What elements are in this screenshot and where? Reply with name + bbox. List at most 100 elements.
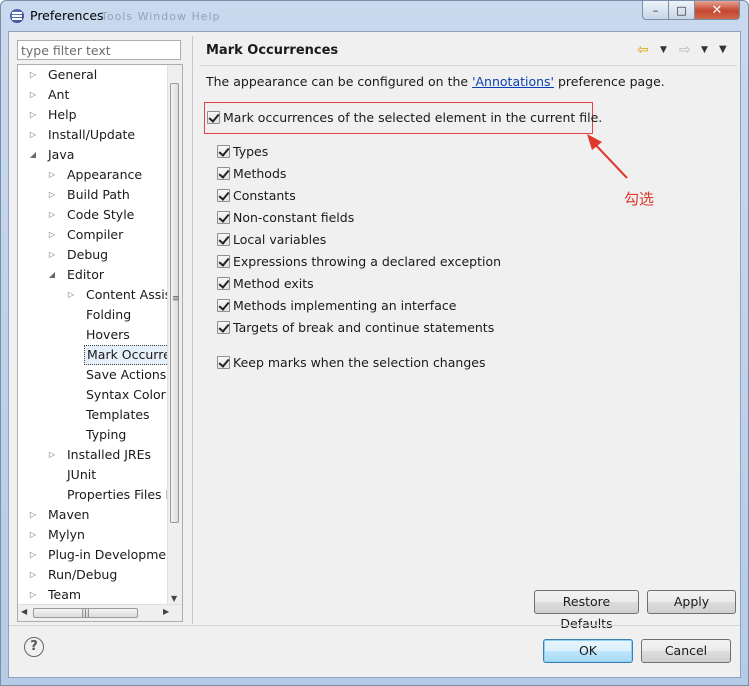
eclipse-icon (10, 9, 24, 23)
scroll-left-icon[interactable]: ◀ (21, 607, 27, 616)
expand-arrow-icon[interactable]: ▷ (47, 445, 57, 465)
scroll-down-icon[interactable]: ▼ (171, 594, 177, 603)
page-description: The appearance can be configured on the … (206, 74, 665, 89)
cancel-button[interactable]: Cancel (641, 639, 731, 663)
title-bar[interactable]: Preferences Tools Window Help – □ ✕ (1, 1, 748, 31)
expand-arrow-icon[interactable]: ▷ (28, 525, 38, 545)
horizontal-scroll-thumb[interactable]: ||| (33, 608, 138, 618)
forward-dropdown-icon[interactable]: ▼ (701, 45, 708, 55)
tree-item-label: Content Assist (86, 287, 177, 302)
filter-input[interactable] (17, 40, 181, 60)
apply-button[interactable]: Apply (647, 590, 736, 614)
tree-item-label: Ant (48, 87, 70, 102)
checkbox-box[interactable] (217, 189, 230, 202)
tree-item-label: Team (48, 587, 82, 602)
expand-arrow-icon[interactable]: ▷ (28, 65, 38, 85)
tree-item-label: Maven (48, 507, 90, 522)
annotations-link[interactable]: 'Annotations' (472, 74, 554, 89)
tree-item-label: Build Path (67, 187, 130, 202)
window-title: Preferences (30, 8, 104, 23)
checkbox-label: Types (233, 144, 269, 159)
tree-item-label: General (48, 67, 98, 82)
checkbox-label: Keep marks when the selection changes (233, 355, 486, 370)
checkbox-box[interactable] (217, 255, 230, 268)
tree-horizontal-scrollbar[interactable]: ◀ ||| ▶ (18, 604, 182, 621)
tree-item-label: JUnit (67, 467, 97, 482)
checkbox-box[interactable] (217, 233, 230, 246)
expand-arrow-icon[interactable]: ▷ (28, 545, 38, 565)
expand-arrow-icon[interactable]: ▷ (28, 565, 38, 585)
tree-item-label: Install/Update (48, 127, 136, 142)
description-text-end: preference page. (554, 74, 665, 89)
close-button[interactable]: ✕ (694, 1, 740, 20)
dialog-body: ▷ Team ▷ Run/Debug ▷ Plug-in Development ▷ Myly… (8, 31, 741, 678)
checkbox-box[interactable] (217, 299, 230, 312)
checkbox-label: Non-constant fields (233, 210, 355, 225)
checkbox-label: Constants (233, 188, 296, 203)
tree-item-label: Run/Debug (48, 567, 118, 582)
expand-arrow-icon[interactable]: ▷ (47, 225, 57, 245)
tree-vertical-scrollbar[interactable]: ≡ ▼ (167, 65, 182, 605)
pane-divider[interactable] (192, 36, 193, 624)
expand-arrow-icon[interactable]: ▷ (28, 585, 38, 605)
tree-item-label: Mylyn (48, 527, 85, 542)
tree-item-label: Java (48, 147, 75, 162)
checkbox-box[interactable] (217, 145, 230, 158)
tree-item-label: Plug-in Development (48, 547, 179, 562)
back-arrow-icon[interactable]: ⇦ (637, 42, 649, 58)
description-text: The appearance can be configured on the (206, 74, 473, 89)
minimize-button[interactable]: – (642, 1, 669, 20)
expand-arrow-icon[interactable]: ▷ (28, 105, 38, 125)
annotation-text: 勾选 (624, 190, 655, 208)
back-dropdown-icon[interactable]: ▼ (660, 45, 667, 55)
checkbox-box[interactable] (217, 167, 230, 180)
maximize-button[interactable]: □ (668, 1, 695, 20)
grip-icon: ≡ (172, 294, 180, 304)
tree-item-label: Folding (86, 307, 132, 322)
checkbox-label: Methods implementing an interface (233, 298, 457, 313)
checkbox-label: Expressions throwing a declared exceptio… (233, 254, 502, 269)
annotation-arrow-icon (587, 134, 628, 179)
tree-item-label: Debug (67, 247, 109, 262)
checkbox-label: Method exits (233, 276, 314, 291)
tree-item-label: Properties Files Editor (67, 487, 182, 502)
expand-arrow-icon[interactable]: ▷ (47, 205, 57, 225)
checkbox-label: Methods (233, 166, 287, 181)
view-menu-icon[interactable]: ▼ (719, 44, 727, 55)
help-icon[interactable]: ? (24, 637, 44, 657)
expand-arrow-icon[interactable]: ▷ (66, 285, 76, 305)
collapse-arrow-icon[interactable]: ◢ (47, 265, 57, 285)
expand-arrow-icon[interactable]: ▷ (28, 85, 38, 105)
expand-arrow-icon[interactable]: ▷ (47, 165, 57, 185)
tree-item-label: Help (48, 107, 77, 122)
scroll-right-icon[interactable]: ▶ (163, 607, 169, 616)
restore-defaults-button[interactable]: Restore Defaults (534, 590, 639, 631)
preference-tree[interactable]: ▷ Team ▷ Run/Debug ▷ Plug-in Development ▷ Myly… (17, 64, 183, 622)
checkbox-box[interactable] (217, 356, 230, 369)
tree-item-label: Appearance (67, 167, 143, 182)
checkbox-box[interactable] (217, 277, 230, 290)
forward-arrow-icon[interactable]: ⇨ (679, 42, 691, 58)
page-title: Mark Occurrences (206, 43, 339, 58)
header-separator (199, 65, 737, 66)
checkbox-label: Local variables (233, 232, 327, 247)
tree-item-label: Code Style (67, 207, 135, 222)
vertical-scroll-thumb[interactable]: ≡ (170, 83, 180, 523)
checkbox-box[interactable] (207, 111, 220, 124)
expand-arrow-icon[interactable]: ▷ (28, 505, 38, 525)
ok-button[interactable]: OK (543, 639, 633, 663)
tree-item-label: Templates (86, 407, 150, 422)
expand-arrow-icon[interactable]: ▷ (28, 125, 38, 145)
background-menu: Tools Window Help (101, 10, 221, 23)
expand-arrow-icon[interactable]: ▷ (47, 245, 57, 265)
checkbox-label: Targets of break and continue statements (233, 320, 495, 335)
tree-item-label: Typing (86, 427, 127, 442)
tree-item-label: Compiler (67, 227, 124, 242)
checkbox-box[interactable] (217, 211, 230, 224)
collapse-arrow-icon[interactable]: ◢ (28, 145, 38, 165)
footer-separator (9, 625, 740, 626)
checkbox-box[interactable] (217, 321, 230, 334)
expand-arrow-icon[interactable]: ▷ (47, 185, 57, 205)
tree-item-label: Save Actions (86, 367, 167, 382)
preferences-window: Preferences Tools Window Help – □ ✕ ▷ Tea… (0, 0, 749, 686)
